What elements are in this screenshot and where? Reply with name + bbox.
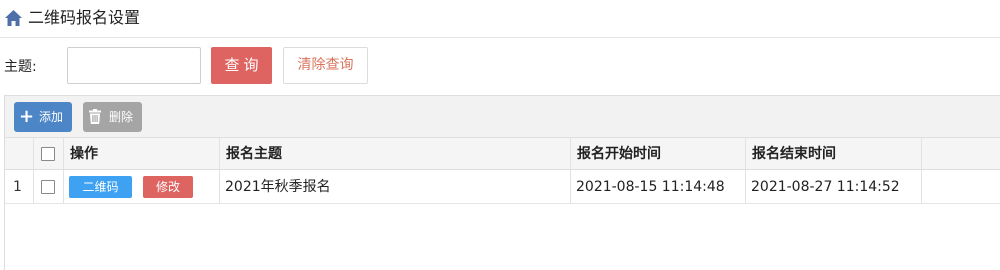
table-header: 操作 报名主题 报名开始时间 报名结束时间: [5, 138, 1000, 170]
column-header-end-time[interactable]: 报名结束时间: [746, 138, 922, 169]
page-header: 二维码报名设置: [0, 0, 1000, 38]
add-button-label: 添加: [39, 110, 64, 124]
row-select-cell: [34, 170, 64, 203]
trash-icon: [89, 109, 101, 124]
table-row[interactable]: 1 二维码 修改 2021年秋季报名 2021-08-15 11:14:48 2…: [5, 170, 1000, 204]
subject-cell: 2021年秋季报名: [220, 170, 571, 203]
header-row-number: [5, 138, 34, 169]
row-actions-cell: 二维码 修改: [64, 170, 220, 203]
clear-query-button[interactable]: 清除查询: [283, 47, 368, 84]
select-all-checkbox[interactable]: [41, 147, 55, 161]
delete-button[interactable]: 删除: [83, 102, 142, 132]
row-number: 1: [13, 179, 22, 195]
column-header-start-time[interactable]: 报名开始时间: [571, 138, 746, 169]
header-select-all-cell: [34, 138, 64, 169]
edit-button[interactable]: 修改: [143, 176, 193, 198]
delete-button-label: 删除: [109, 110, 134, 124]
data-grid: + 添加 删除 操作 报名主题 报名开始时间 报名结束时间 1 二维码 修改 2…: [4, 95, 1000, 270]
add-button[interactable]: + 添加: [14, 102, 72, 132]
search-bar: 主题: 查询 清除查询: [0, 38, 1000, 94]
start-time-cell: 2021-08-15 11:14:48: [571, 170, 746, 203]
row-number-cell: 1: [5, 170, 34, 203]
qr-code-button[interactable]: 二维码: [69, 176, 132, 198]
query-button[interactable]: 查询: [211, 47, 272, 84]
end-time-cell: 2021-08-27 11:14:52: [746, 170, 922, 203]
subject-search-input[interactable]: [67, 47, 201, 84]
subject-label: 主题:: [4, 59, 37, 75]
column-header-subject[interactable]: 报名主题: [220, 138, 571, 169]
page-title: 二维码报名设置: [28, 8, 141, 27]
grid-toolbar: + 添加 删除: [5, 96, 1000, 138]
home-icon[interactable]: [4, 9, 23, 27]
plus-icon: +: [19, 106, 35, 127]
row-checkbox[interactable]: [41, 180, 55, 194]
column-header-actions[interactable]: 操作: [64, 138, 220, 169]
